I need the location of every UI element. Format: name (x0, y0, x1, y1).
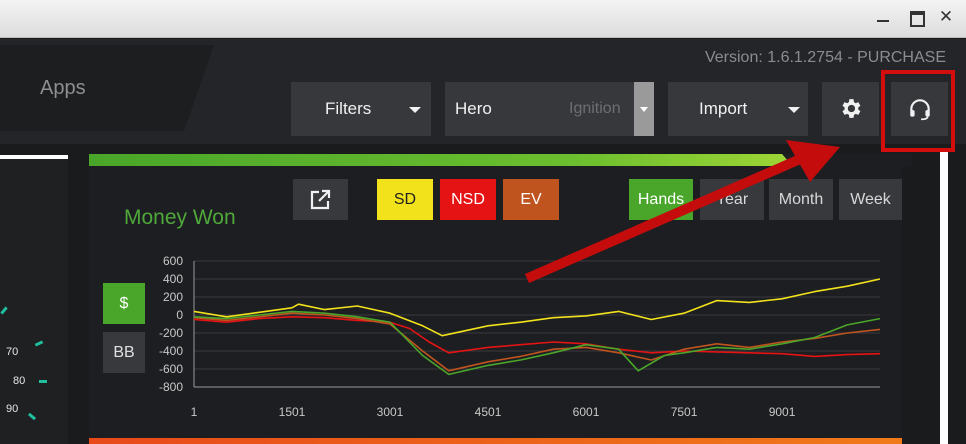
month-button[interactable]: Month (769, 179, 833, 220)
nsd-toggle-button[interactable]: NSD (440, 179, 496, 220)
filters-label: Filters (325, 99, 372, 118)
version-text: Version: 1.6.1.2754 - PURCHASE (704, 49, 946, 66)
dollar-unit-button[interactable]: $ (103, 283, 145, 324)
x-tick-label: 7501 (671, 405, 698, 419)
minimize-icon[interactable] (872, 6, 894, 28)
sd-toggle-button[interactable]: SD (377, 179, 433, 220)
chevron-down-icon (788, 107, 800, 113)
gauge-label: 90 (6, 403, 19, 415)
y-tick-label: 0 (176, 308, 183, 322)
next-panel-accent-bar (89, 438, 902, 444)
panel-accent-cut (782, 154, 912, 166)
bb-unit-button[interactable]: BB (103, 332, 145, 373)
x-tick-label: 1501 (279, 405, 306, 419)
y-tick-label: -800 (159, 380, 183, 394)
apps-tab-label: Apps (40, 77, 86, 99)
gauge-label: 80 (13, 375, 26, 387)
import-label: Import (699, 99, 748, 118)
hero-label: Hero (455, 99, 492, 118)
y-tick-label: -600 (159, 362, 183, 376)
settings-button[interactable] (822, 82, 879, 136)
external-link-icon (310, 189, 331, 210)
gauge-tick (34, 340, 44, 347)
y-tick-label: 400 (163, 272, 183, 286)
gauge-tick (27, 412, 37, 421)
gear-icon (842, 99, 861, 118)
money-won-chart: 600 400 200 0 -200 -400 -600 -800 1 1501 3001 4501 6… (159, 254, 881, 419)
gauge-label: 70 (6, 346, 19, 358)
y-tick-label: -200 (159, 326, 183, 340)
x-tick-label: 1 (191, 405, 198, 419)
series-line-sd (193, 278, 881, 337)
window-titlebar: ✕ (0, 0, 966, 38)
gauge-tick (39, 380, 47, 383)
chevron-down-icon (409, 107, 421, 113)
maximize-icon[interactable] (905, 6, 927, 28)
apps-tab[interactable]: Apps (0, 45, 214, 131)
x-tick-label: 4501 (475, 405, 502, 419)
series-line-ev (193, 312, 881, 372)
support-highlight-box (881, 70, 955, 152)
import-dropdown[interactable]: Import (668, 82, 808, 136)
left-gauge-panel: 70 80 90 (0, 155, 68, 444)
y-tick-label: 200 (163, 290, 183, 304)
ev-toggle-button[interactable]: EV (503, 179, 559, 220)
hero-site: Ignition (569, 100, 621, 117)
filters-dropdown[interactable]: Filters (291, 82, 431, 136)
hero-dropdown-arrow-icon[interactable] (634, 82, 654, 136)
popout-button[interactable] (293, 179, 348, 220)
x-tick-label: 3001 (377, 405, 404, 419)
year-button[interactable]: Year (700, 179, 764, 220)
series-line-nsd (193, 316, 881, 358)
y-tick-label: -400 (159, 344, 183, 358)
x-tick-label: 6001 (573, 405, 600, 419)
chart-title: Money Won (124, 206, 236, 229)
gauge-tick (0, 306, 8, 315)
hero-select[interactable]: Hero Ignition (445, 82, 654, 136)
close-icon[interactable]: ✕ (935, 6, 957, 28)
x-tick-label: 9001 (769, 405, 796, 419)
hands-button[interactable]: Hands (629, 179, 693, 220)
right-scrollbar[interactable] (940, 152, 948, 444)
week-button[interactable]: Week (839, 179, 902, 220)
y-tick-label: 600 (163, 254, 183, 268)
panel-accent-bar (89, 154, 902, 166)
